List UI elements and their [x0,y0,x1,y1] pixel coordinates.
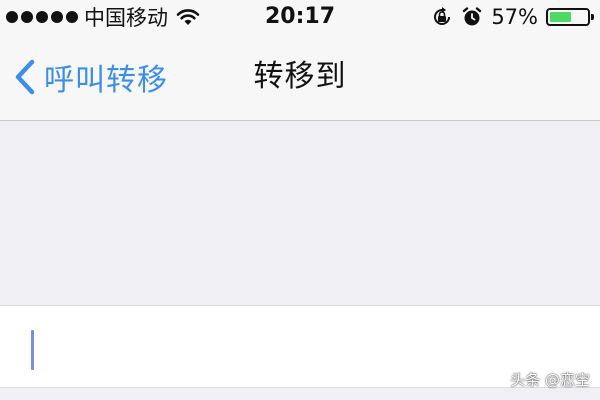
battery-percent: 57% [491,5,538,29]
status-right: 57% [431,2,594,32]
battery-icon [546,8,594,26]
navigation-bar: 呼叫转移 转移到 [0,34,600,121]
phone-screen: 中国移动 20:17 57% 呼叫转移 转移到 头条 @恋空 [0,0,600,400]
forward-number-input[interactable] [30,316,574,378]
watermark: 头条 @恋空 [510,371,590,389]
battery-fill [550,12,571,22]
orientation-lock-icon [434,7,451,25]
section-spacer [0,121,600,305]
alarm-icon [463,7,482,26]
page-title: 转移到 [253,59,347,94]
status-bar: 中国移动 20:17 57% [0,0,600,34]
text-caret [31,330,34,370]
